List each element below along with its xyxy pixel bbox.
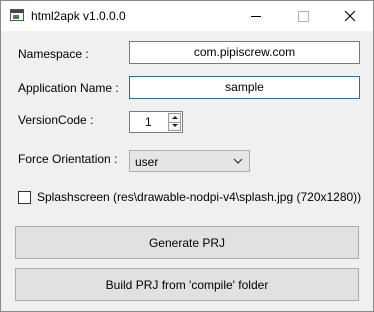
splashscreen-label[interactable]: Splashscreen (res\drawable-nodpi-v4\spla…	[37, 190, 361, 204]
splashscreen-checkbox[interactable]	[18, 191, 31, 204]
version-code-value: 1	[145, 115, 152, 129]
maximize-button[interactable]	[280, 1, 326, 31]
build-prj-button[interactable]: Build PRJ from 'compile' folder	[15, 268, 359, 301]
version-code-label: VersionCode :	[18, 113, 94, 127]
app-name-input[interactable]: sample	[129, 76, 360, 99]
main-window: html2apk v1.0.0.0 Namespace : com.pipisc…	[0, 0, 374, 312]
build-prj-label: Build PRJ from 'compile' folder	[105, 277, 269, 292]
app-window-icon	[10, 9, 24, 21]
orientation-selected-value: user	[135, 155, 159, 169]
namespace-input[interactable]: com.pipiscrew.com	[129, 41, 360, 64]
stepper-buttons	[168, 113, 181, 131]
close-icon	[344, 10, 356, 22]
close-button[interactable]	[327, 1, 373, 31]
window-title: html2apk v1.0.0.0	[31, 9, 126, 23]
orientation-label: Force Orientation :	[18, 152, 118, 166]
namespace-label: Namespace :	[18, 47, 89, 61]
app-name-label: Application Name :	[18, 81, 119, 95]
orientation-select[interactable]: user	[129, 150, 250, 172]
version-code-stepper[interactable]: 1	[129, 111, 183, 133]
generate-prj-button[interactable]: Generate PRJ	[15, 226, 359, 259]
generate-prj-label: Generate PRJ	[148, 235, 226, 250]
minimize-icon	[251, 15, 261, 17]
chevron-down-icon	[233, 158, 243, 164]
maximize-icon	[297, 10, 309, 22]
minimize-button[interactable]	[233, 1, 279, 31]
spin-down-icon[interactable]	[169, 122, 180, 130]
title-bar[interactable]: html2apk v1.0.0.0	[1, 1, 373, 31]
